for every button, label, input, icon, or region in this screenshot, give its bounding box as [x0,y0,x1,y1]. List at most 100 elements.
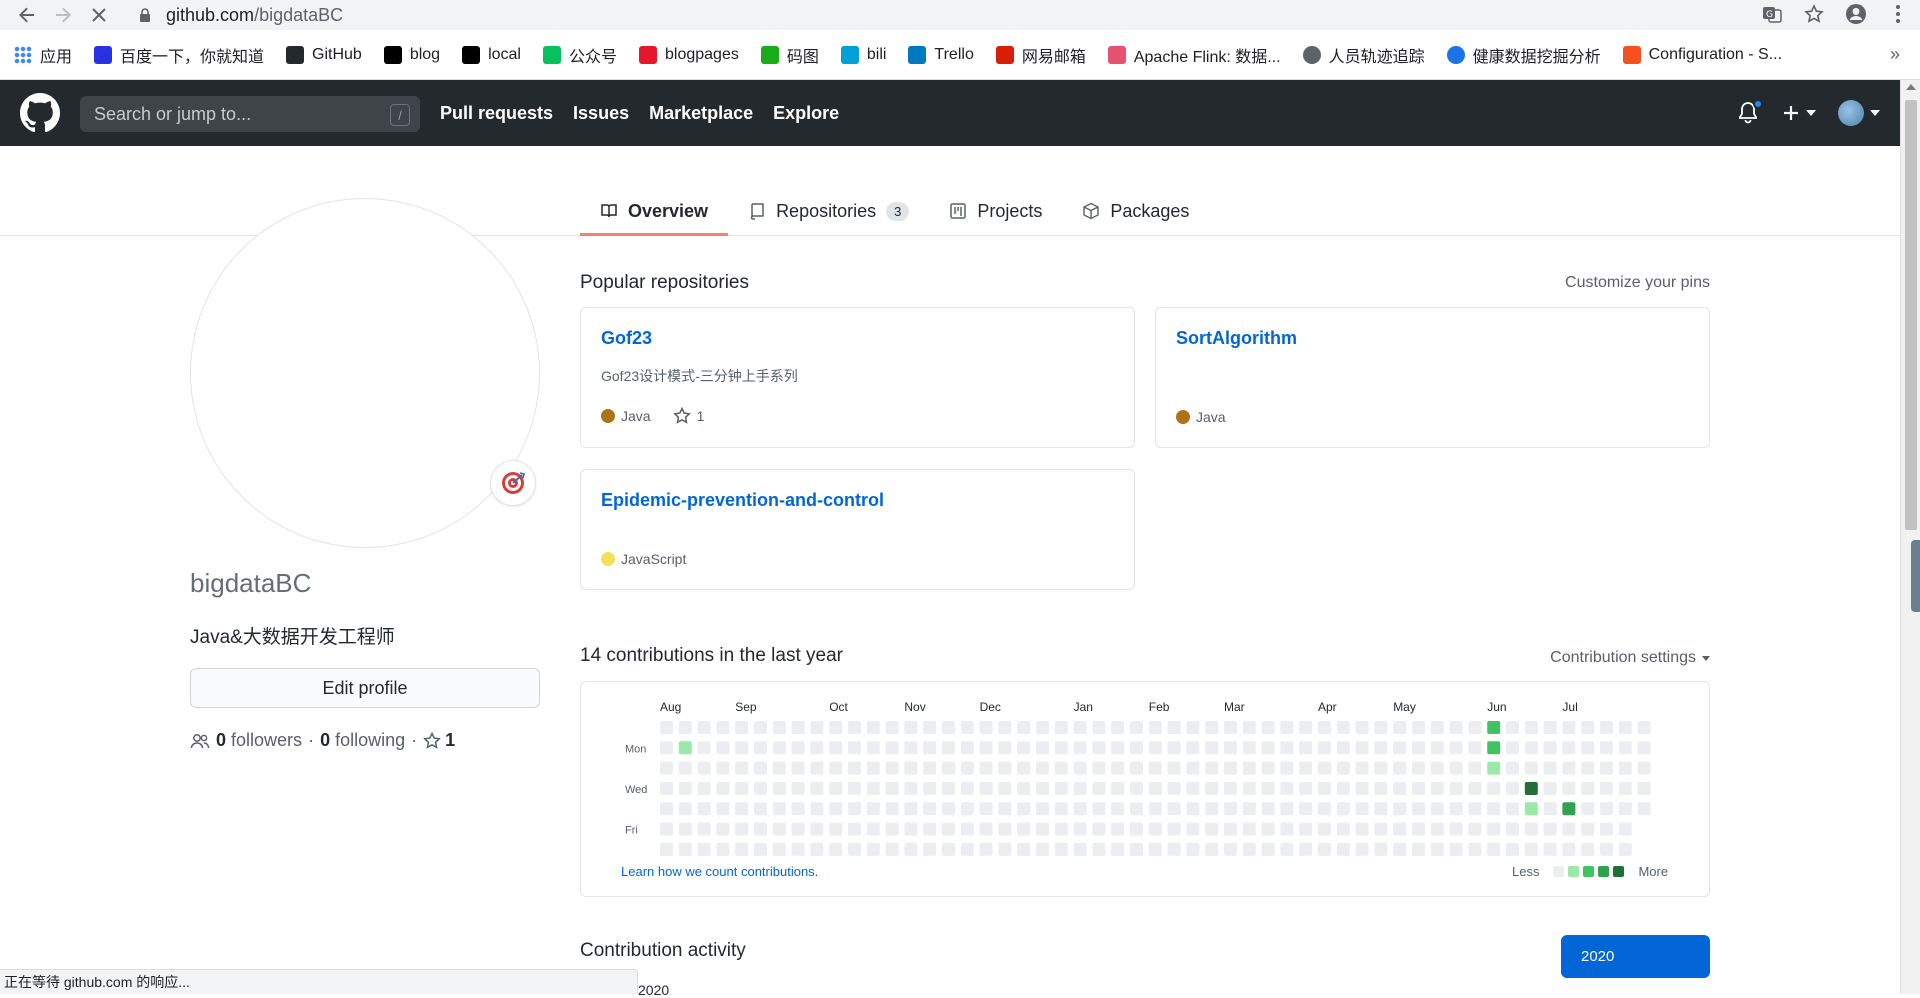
contribution-day[interactable] [1167,782,1181,795]
contribution-day[interactable] [754,822,767,836]
contribution-day[interactable] [735,822,749,836]
contribution-day[interactable] [1618,842,1632,856]
contribution-day[interactable] [1092,721,1106,734]
tab-projects[interactable]: Projects [929,186,1062,236]
contribution-day[interactable] [1036,782,1049,795]
contribution-day[interactable] [1148,842,1162,856]
contribution-day[interactable] [1430,721,1444,734]
contribution-day-active[interactable] [1524,802,1538,816]
contribution-day[interactable] [885,721,899,734]
contribution-day[interactable] [1299,802,1313,816]
contribution-day[interactable] [1280,782,1294,795]
contribution-day[interactable] [772,842,786,856]
contribution-day[interactable] [1355,721,1369,734]
contribution-day[interactable] [1412,721,1425,734]
contribution-day[interactable] [829,761,843,775]
contribution-day[interactable] [1167,721,1181,734]
profile-avatar[interactable] [190,198,540,548]
contribution-day[interactable] [1637,741,1651,755]
contribution-day[interactable] [791,761,805,775]
contribution-day[interactable] [885,782,899,795]
contribution-day[interactable] [1261,741,1275,755]
back-icon[interactable] [12,0,42,30]
contribution-day[interactable] [1280,842,1294,856]
contribution-day[interactable] [678,782,692,795]
contribution-day[interactable] [1318,822,1331,836]
contribution-day[interactable] [772,761,786,775]
contribution-day[interactable] [697,761,711,775]
contribution-day[interactable] [1468,822,1482,836]
contribution-day[interactable] [1600,761,1613,775]
repo-stars-link[interactable]: 1 [672,407,704,425]
contribution-day[interactable] [942,761,955,775]
contribution-day[interactable] [1205,721,1219,734]
contribution-day[interactable] [1224,761,1237,775]
contribution-settings-dropdown[interactable]: Contribution settings [1500,649,1710,667]
contribution-day[interactable] [1299,842,1313,856]
contribution-day[interactable] [1581,761,1595,775]
contribution-day[interactable] [1524,761,1538,775]
contribution-day[interactable] [1130,761,1143,775]
contribution-day[interactable] [1130,802,1143,816]
contribution-day[interactable] [1468,721,1482,734]
contribution-day[interactable] [998,721,1012,734]
contribution-day[interactable] [904,721,918,734]
contribution-day[interactable] [810,822,824,836]
contribution-day[interactable] [1280,721,1294,734]
contribution-day[interactable] [1036,721,1049,734]
contribution-day[interactable] [1167,802,1181,816]
contribution-day[interactable] [1374,721,1388,734]
contribution-day[interactable] [1449,761,1463,775]
contribution-day[interactable] [791,721,805,734]
contribution-day[interactable] [1148,741,1162,755]
contribution-day[interactable] [1130,842,1143,856]
contribution-day[interactable] [848,782,861,795]
contribution-day[interactable] [1449,721,1463,734]
contribution-day[interactable] [1393,802,1407,816]
nav-issues[interactable]: Issues [573,103,629,124]
contribution-day[interactable] [1600,802,1613,816]
contribution-day[interactable] [735,842,749,856]
contribution-day[interactable] [754,761,767,775]
contribution-day[interactable] [1449,741,1463,755]
contribution-day[interactable] [960,721,974,734]
create-new-dropdown[interactable] [1782,104,1816,122]
contribution-day[interactable] [1543,741,1557,755]
contribution-day[interactable] [885,842,899,856]
contribution-day[interactable] [1280,761,1294,775]
user-menu-dropdown[interactable] [1838,100,1880,126]
address-bar[interactable]: github.com/bigdataBC [138,2,343,28]
contribution-day[interactable] [1374,802,1388,816]
following-link[interactable]: 0 following [320,730,405,751]
bookmark-item[interactable]: local [462,45,521,64]
contribution-day[interactable] [1562,761,1576,775]
followers-link[interactable]: 0 followers [216,730,302,751]
contribution-day-active[interactable] [678,741,692,755]
bookmarks-overflow-button[interactable]: » [1890,44,1900,65]
bookmark-item[interactable]: Configuration - S... [1622,45,1782,64]
contribution-day[interactable] [810,741,824,755]
contribution-day[interactable] [810,721,824,734]
contribution-day[interactable] [660,842,673,856]
contribution-day[interactable] [1148,802,1162,816]
contribution-day[interactable] [1581,741,1595,755]
contribution-day[interactable] [678,761,692,775]
contribution-day[interactable] [716,802,730,816]
contribution-day[interactable] [1562,721,1576,734]
contribution-day[interactable] [1581,782,1595,795]
github-logo-icon[interactable] [20,93,60,133]
contribution-day[interactable] [1430,761,1444,775]
contribution-day[interactable] [1524,721,1538,734]
contribution-day[interactable] [1468,802,1482,816]
contribution-day[interactable] [1412,842,1425,856]
contribution-day[interactable] [866,842,880,856]
contribution-day[interactable] [1167,822,1181,836]
contribution-day[interactable] [1374,822,1388,836]
contribution-day[interactable] [1130,721,1143,734]
contribution-day[interactable] [1224,741,1237,755]
contribution-day[interactable] [1280,822,1294,836]
bookmark-item[interactable]: Apache Flink: 数据... [1107,43,1281,67]
contribution-day[interactable] [1092,822,1106,836]
contribution-day[interactable] [829,741,843,755]
contribution-day[interactable] [848,741,861,755]
